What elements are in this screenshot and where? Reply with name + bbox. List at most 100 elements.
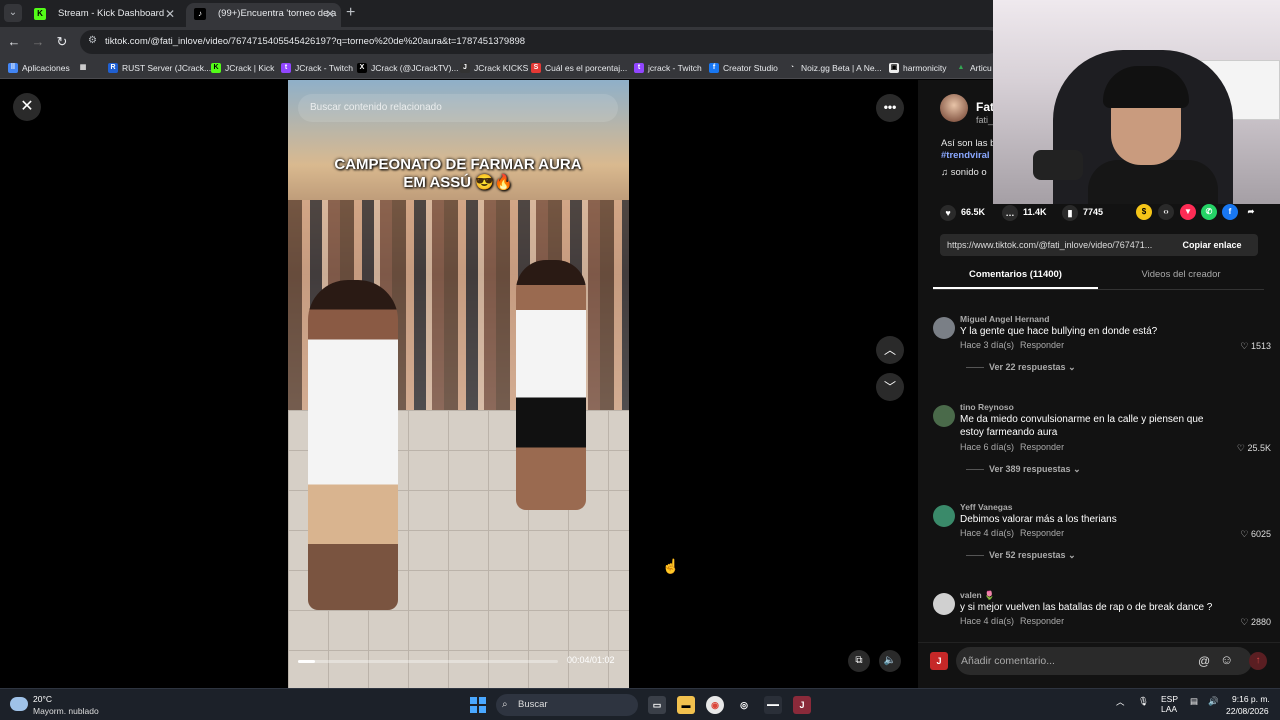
app-icon[interactable]: ▬▬ [764,696,782,714]
send-icon[interactable]: ▼ [1180,204,1196,220]
weather-description[interactable]: Mayorm. nublado [33,706,99,716]
bookmark-twitch-2[interactable]: t jcrack - Twitch [634,57,702,79]
more-options-button[interactable]: ••• [876,94,904,122]
bookmark-kick[interactable]: K JCrack | Kick [211,57,274,79]
volume-icon[interactable]: 🔈 [879,650,901,672]
language-indicator[interactable]: ESP LAA [1161,694,1178,714]
view-replies-button[interactable]: Ver 22 respuestas ⌄ [966,362,1076,373]
copy-link-button[interactable]: Copiar enlace [1166,234,1258,256]
save-stat[interactable]: ▮ 7745 [1062,204,1103,221]
bookmark-grid[interactable]: ▦ [78,57,92,79]
comment-likes[interactable]: ♡ 2880 [1240,617,1271,628]
webcam-microphone [1033,150,1083,180]
comment-username[interactable]: Yeff Vanegas [960,502,1012,512]
mouse-cursor-icon: ☝ [662,558,680,574]
related-search-input[interactable]: Buscar contenido relacionado [298,94,618,122]
like-stat[interactable]: ♥ 66.5K [940,204,985,221]
new-tab-button[interactable]: + [346,4,355,22]
jcrack-app-icon[interactable]: J [793,696,811,714]
facebook-icon[interactable]: f [1222,204,1238,220]
whatsapp-icon[interactable]: ✆ [1201,204,1217,220]
embed-icon[interactable]: ‹› [1158,204,1174,220]
share-icon[interactable]: ➦ [1243,204,1259,220]
cloud-icon[interactable] [10,697,28,711]
back-icon[interactable]: ← [6,34,22,50]
sound-link[interactable]: ♫ sonido o [941,167,987,178]
forward-icon[interactable]: → [30,34,46,50]
tab-creator-videos[interactable]: Videos del creador [1098,266,1264,289]
comment-stat[interactable]: … 11.4K [1002,204,1047,221]
tab-title: (99+)Encuentra 'torneo de a [218,8,337,19]
close-viewer-button[interactable]: ✕ [13,93,41,121]
video-player[interactable]: Buscar contenido relacionado CAMPEONATO … [288,80,629,688]
floating-player-icon[interactable]: ⧉ [848,650,870,672]
close-icon[interactable]: ✕ [325,3,335,25]
avatar[interactable] [933,405,955,427]
avatar[interactable] [933,593,955,615]
hashtag-link[interactable]: #trendviral [941,150,990,161]
comment-likes[interactable]: ♡ 25.5K [1237,443,1271,454]
tab-comments[interactable]: Comentarios (11400) [933,266,1098,289]
network-icon[interactable]: ▤ [1190,696,1198,707]
bookmark-harmonicity[interactable]: ▣ harmonicity [889,57,946,79]
reply-button[interactable]: Responder [1020,340,1064,350]
avatar[interactable] [933,505,955,527]
speaker-icon[interactable]: 🔊 [1208,696,1219,707]
comment-username[interactable]: Miguel Angel Hernand [960,314,1049,324]
comment-meta: Hace 4 día(s) Responder [960,616,1064,626]
clock-time[interactable]: 9:16 p. m. [1232,694,1270,704]
reply-button[interactable]: Responder [1020,442,1064,452]
taskbar-search[interactable]: ⌕ Buscar [496,694,638,716]
tab-tiktok[interactable]: ♪ (99+)Encuentra 'torneo de a ✕ [186,3,341,27]
bookmark-noiz[interactable]: ◔ Noiz.gg Beta | A Ne... [787,57,882,79]
comment-username[interactable]: tino Reynoso [960,402,1014,412]
chrome-icon[interactable]: ◉ [706,696,724,714]
windows-start-icon[interactable] [470,697,486,713]
file-explorer-icon[interactable]: ▬ [677,696,695,714]
creator-name[interactable]: Fat [976,100,994,114]
close-icon[interactable]: ✕ [165,3,175,25]
creator-avatar[interactable] [940,94,968,122]
coin-icon[interactable]: $ [1136,204,1152,220]
bookmark-twitch[interactable]: t JCrack - Twitch [281,57,353,79]
tab-search-button[interactable]: ⌄ [4,4,22,22]
task-view-icon[interactable]: ▭ [648,696,666,714]
share-link-url[interactable]: https://www.tiktok.com/@fati_inlove/vide… [947,234,1152,256]
emoji-icon[interactable]: ☺ [1220,652,1233,667]
send-comment-button[interactable]: ↑ [1249,652,1267,670]
video-progress-bar[interactable] [298,660,558,663]
tab-kick-dashboard[interactable]: K Stream - Kick Dashboard ✕ [26,3,181,27]
chevron-up-icon[interactable]: ︿ [1116,696,1125,708]
bookmark-articulos[interactable]: ▲ Articu [956,57,992,79]
x-icon: X [357,63,367,73]
comment-username[interactable]: valen 🌷 [960,590,995,601]
bookmark-creator-studio[interactable]: f Creator Studio [709,57,778,79]
reply-button[interactable]: Responder [1020,528,1064,538]
bookmark-rust[interactable]: R RUST Server (JCrack... [108,57,211,79]
video-frame-person-right [516,260,586,510]
previous-video-button[interactable]: ︿ [876,336,904,364]
bookmark-apps[interactable]: ⠿ Aplicaciones [8,57,70,79]
view-replies-button[interactable]: Ver 389 respuestas ⌄ [966,464,1081,475]
clock-date[interactable]: 22/08/2026 [1226,706,1269,716]
weather-temperature[interactable]: 20°C [33,694,52,704]
reply-button[interactable]: Responder [1020,616,1064,626]
bookmark-porcentaje[interactable]: S Cuál es el porcentaj... [531,57,627,79]
bookmark-kicks[interactable]: J JCrack KICKS [460,57,528,79]
bookmark-label: Articu [970,63,992,73]
reload-icon[interactable]: ↻ [54,34,70,50]
mention-icon[interactable]: @ [1198,654,1210,668]
my-avatar[interactable]: J [930,652,948,670]
microphone-icon[interactable]: 🎙 [1138,696,1149,707]
creator-handle[interactable]: fati_ [976,115,993,125]
comment-likes[interactable]: ♡ 6025 [1240,529,1271,540]
comment-likes[interactable]: ♡ 1513 [1240,341,1271,352]
obs-icon[interactable]: ◎ [735,696,753,714]
site-info-icon[interactable]: ⚙ [88,35,97,46]
bookmark-x[interactable]: X JCrack (@JCrackTV)... [357,57,459,79]
comment-time: Hace 6 día(s) [960,442,1015,452]
avatar[interactable] [933,317,955,339]
address-bar[interactable]: ⚙ tiktok.com/@fati_inlove/video/76747154… [80,30,1000,54]
next-video-button[interactable]: ﹀ [876,373,904,401]
view-replies-button[interactable]: Ver 52 respuestas ⌄ [966,550,1076,561]
